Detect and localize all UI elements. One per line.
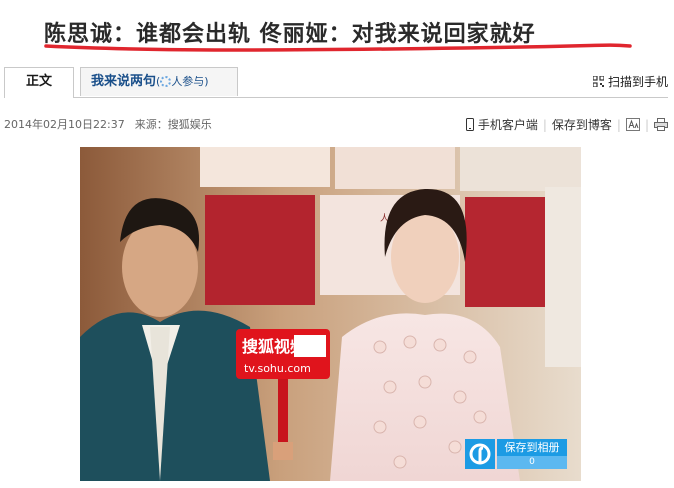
mic-brand-text: 搜狐视频 (242, 337, 306, 356)
meta-bar: 2014年02月10日22:37 来源：搜狐娱乐 手机客户端 | 保存到博客 | | (4, 116, 668, 132)
publish-datetime: 2014年02月10日22:37 (4, 118, 125, 131)
print-icon[interactable] (654, 118, 668, 131)
album-icon (465, 439, 495, 469)
divider: | (644, 118, 649, 132)
save-to-album-button[interactable]: 保存到相册 0 (465, 439, 567, 473)
mic-flag-icon: 搜狐视频 tv.sohu.com (236, 329, 330, 379)
comment-count: (人参与) (156, 75, 209, 88)
headline: 陈思诚：谁都会出轨 佟丽娅：对我来说回家就好 (44, 10, 634, 54)
divider: | (542, 118, 547, 132)
source-label: 来源：搜狐娱乐 (134, 118, 212, 131)
save-album-label: 保存到相册 (497, 439, 567, 456)
qr-code-icon (592, 76, 604, 87)
mic-url-text: tv.sohu.com (244, 362, 311, 375)
mobile-phone-icon (466, 118, 474, 131)
photo-scene: 人节 · 用爱取暖 (80, 147, 581, 481)
tab-main-text[interactable]: 正文 (4, 67, 74, 98)
scan-to-phone-button[interactable]: 扫描到手机 (592, 73, 668, 90)
microphone-logo: 搜狐视频 tv.sohu.com (236, 329, 330, 379)
loading-spinner-icon (160, 76, 172, 87)
tab-bar: 正文 我来说两句(人参与) 扫描到手机 (4, 67, 668, 98)
red-underline (44, 43, 632, 52)
save-album-count: 0 (497, 456, 567, 469)
divider: | (616, 118, 621, 132)
tab-comments-label: 我来说两句 (91, 74, 157, 89)
article-photo: 人节 · 用爱取暖 搜狐视频 tv.sohu.com (80, 147, 581, 481)
scan-label: 扫描到手机 (607, 75, 668, 89)
tab-comments[interactable]: 我来说两句(人参与) (80, 67, 238, 96)
mobile-client-link[interactable]: 手机客户端 (478, 118, 538, 132)
save-to-blog-link[interactable]: 保存到博客 (552, 118, 612, 132)
font-size-icon[interactable] (625, 118, 640, 131)
